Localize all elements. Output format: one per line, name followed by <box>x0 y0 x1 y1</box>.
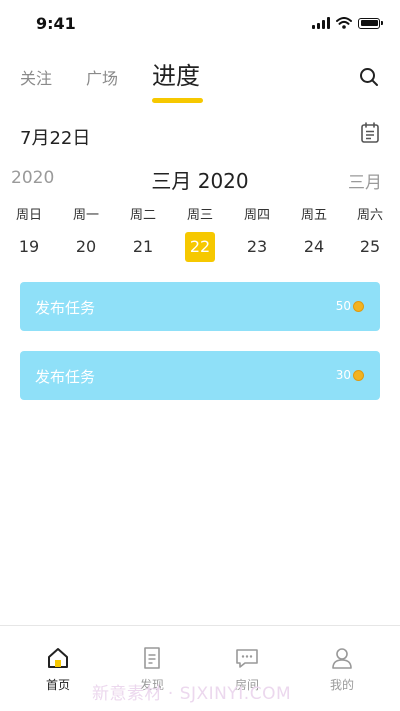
weekday-label: 周四 <box>243 208 270 223</box>
weekday-label: 周二 <box>129 208 156 223</box>
profile-icon <box>332 648 352 669</box>
status-icons <box>312 16 383 30</box>
day-number[interactable]: 25 <box>355 232 385 262</box>
day-column-sun[interactable]: 周日 19 <box>7 206 51 262</box>
day-column-fri[interactable]: 周五 24 <box>292 206 336 262</box>
day-column-tue[interactable]: 周二 21 <box>121 206 165 262</box>
day-number[interactable]: 21 <box>128 232 158 262</box>
chat-icon <box>236 649 258 668</box>
weekday-label: 周五 <box>300 208 327 223</box>
task-points: 30 <box>336 368 364 382</box>
search-icon[interactable] <box>358 66 380 88</box>
cellular-signal-icon <box>312 17 330 29</box>
status-bar: 9:41 <box>0 0 400 46</box>
day-number[interactable]: 19 <box>14 232 44 262</box>
nav-label: 我的 <box>329 678 354 692</box>
coin-icon <box>353 300 364 312</box>
task-points-value: 30 <box>335 368 351 382</box>
weekday-label: 周六 <box>356 208 383 223</box>
coin-icon <box>353 369 364 381</box>
bottom-nav: 首页 发现 房间 我的 <box>0 625 400 711</box>
day-column-sat[interactable]: 周六 25 <box>348 206 392 262</box>
active-tab-indicator <box>152 98 203 103</box>
nav-item-home[interactable]: 首页 <box>18 646 98 693</box>
nav-label: 房间 <box>234 678 259 692</box>
weekday-label: 周日 <box>15 208 42 223</box>
task-points: 50 <box>336 299 364 313</box>
current-month-label: 三月 2020 <box>151 169 249 193</box>
nav-item-discover[interactable]: 发现 <box>112 646 192 693</box>
task-points-value: 50 <box>335 299 351 313</box>
discover-icon <box>144 647 160 669</box>
day-column-thu[interactable]: 周四 23 <box>235 206 279 262</box>
day-number[interactable]: 20 <box>71 232 101 262</box>
nav-label: 首页 <box>45 678 70 692</box>
tab-progress[interactable]: 进度 <box>152 56 200 91</box>
tab-follow[interactable]: 关注 <box>20 65 52 89</box>
nav-label: 发现 <box>139 678 164 692</box>
day-number[interactable]: 24 <box>299 232 329 262</box>
wifi-icon <box>336 17 352 29</box>
battery-icon <box>358 17 383 29</box>
task-title: 发布任务 <box>35 368 96 386</box>
task-card[interactable]: 发布任务 30 <box>20 351 380 400</box>
day-number[interactable]: 23 <box>242 232 272 262</box>
task-card[interactable]: 发布任务 50 <box>20 282 380 331</box>
next-period-button[interactable]: 三月 <box>348 168 382 193</box>
calendar-icon[interactable] <box>360 122 380 144</box>
status-time: 9:41 <box>36 14 76 33</box>
top-tabs: 关注 广场 进度 <box>0 52 400 106</box>
task-title: 发布任务 <box>35 299 96 317</box>
day-column-wed[interactable]: 周三 22 <box>178 206 222 262</box>
tab-square[interactable]: 广场 <box>86 65 118 89</box>
home-icon <box>48 648 68 668</box>
day-number-selected[interactable]: 22 <box>185 232 215 262</box>
date-title: 7月22日 <box>20 128 91 149</box>
weekday-label: 周三 <box>186 208 213 223</box>
nav-item-profile[interactable]: 我的 <box>302 646 382 693</box>
day-column-mon[interactable]: 周一 20 <box>64 206 108 262</box>
weekday-label: 周一 <box>72 208 99 223</box>
nav-item-room[interactable]: 房间 <box>207 646 287 693</box>
